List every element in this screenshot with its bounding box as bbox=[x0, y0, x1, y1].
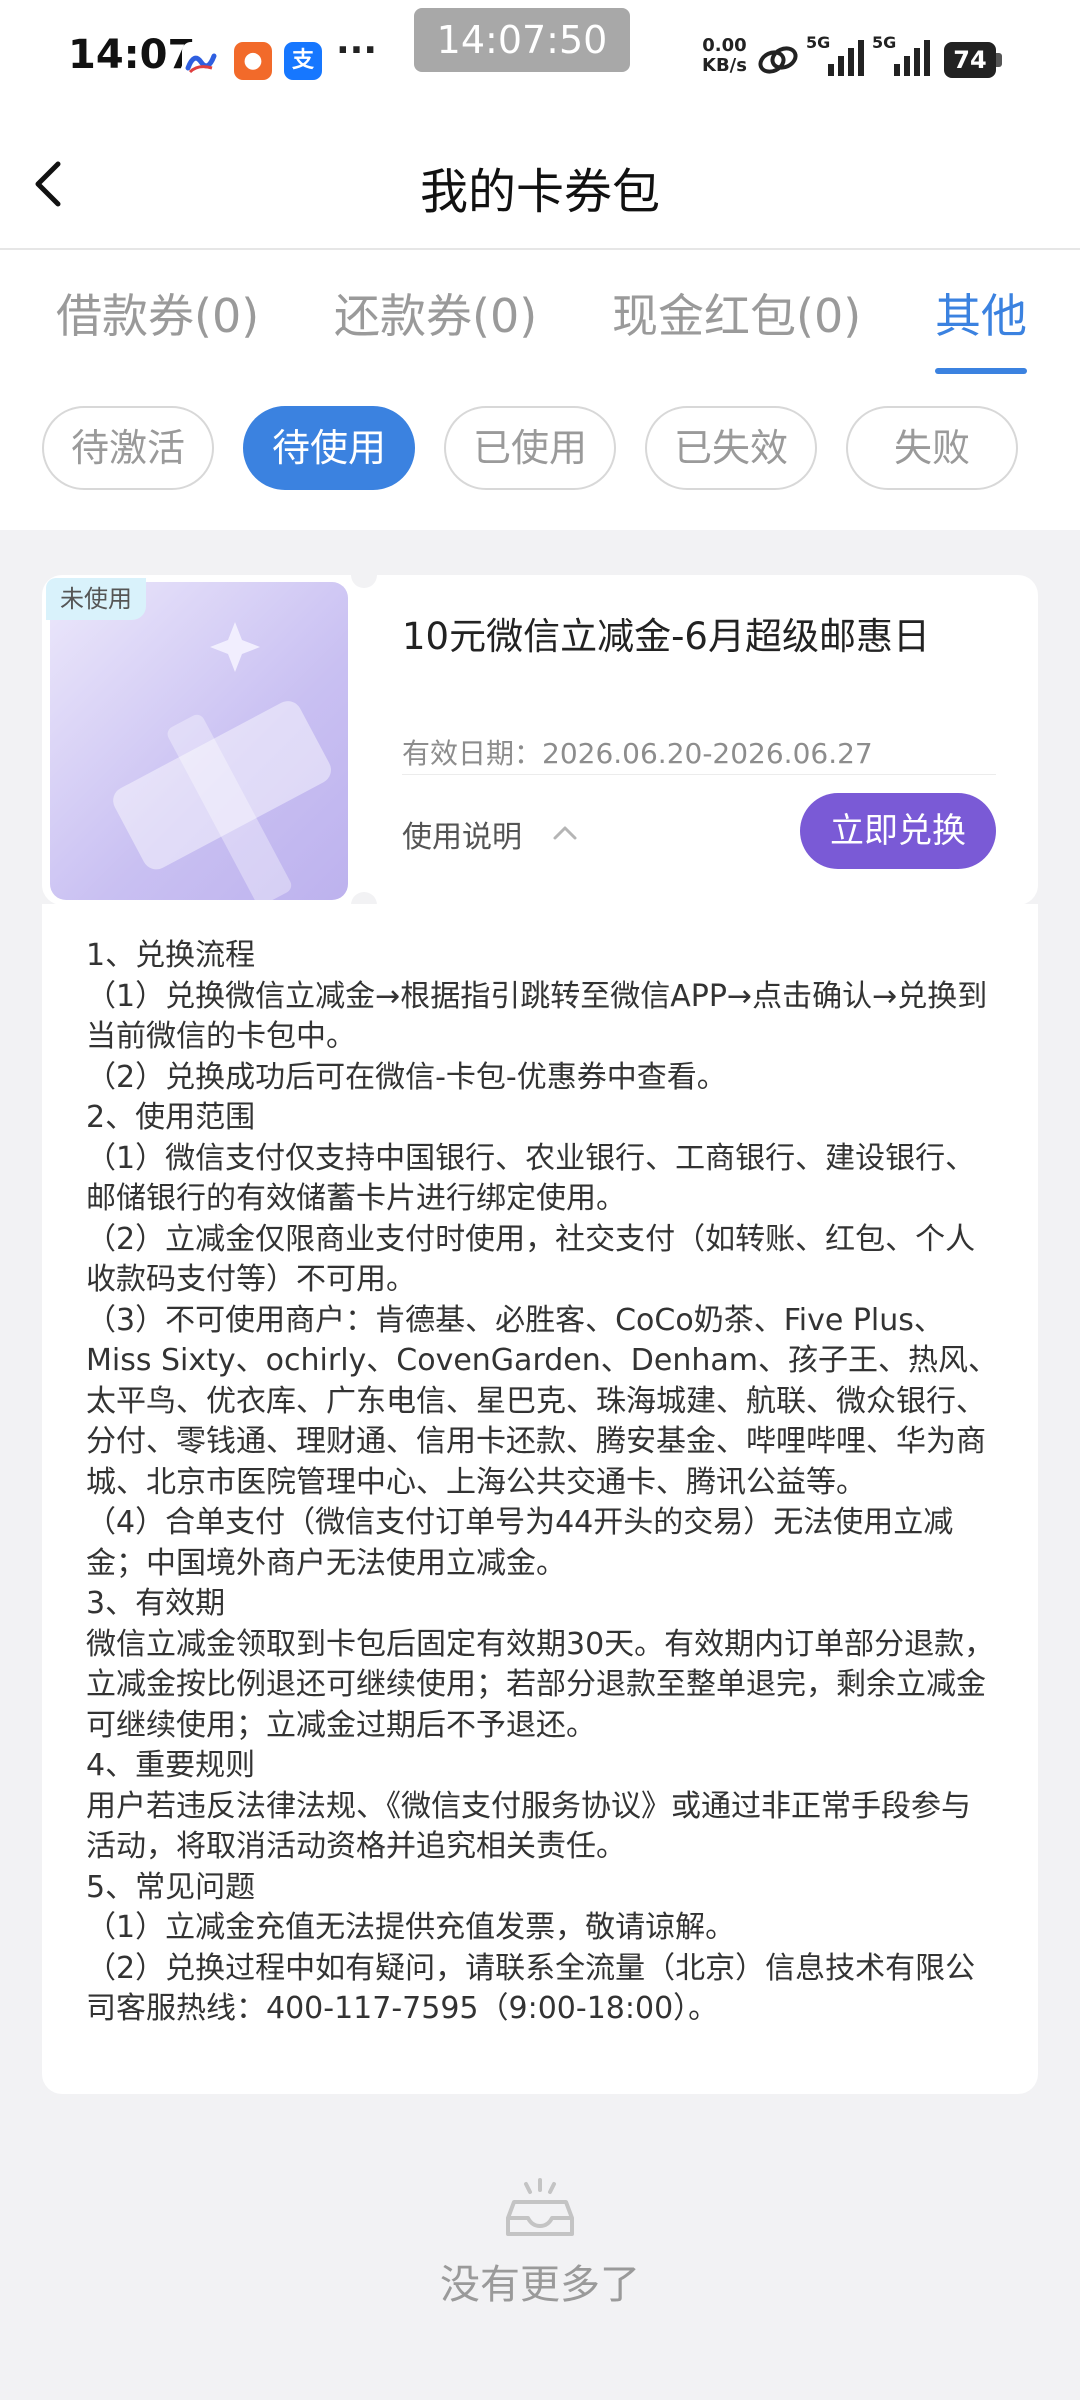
signal-icon-1: 5G bbox=[806, 34, 864, 76]
instruction-line: 3、有效期 bbox=[86, 1586, 226, 1621]
clock-overlay: 14:07:50 bbox=[414, 8, 630, 72]
page-title: 我的卡券包 bbox=[419, 164, 660, 220]
alipay-icon: 支 bbox=[284, 42, 322, 80]
filter-pending-activation[interactable]: 待激活 bbox=[42, 406, 214, 490]
usage-instructions: 1、兑换流程 （1）兑换微信立减金→根据指引跳转至微信APP→点击确认→兑换到当… bbox=[86, 936, 998, 2030]
instruction-line: 1、兑换流程 bbox=[86, 938, 256, 973]
link-icon bbox=[758, 46, 798, 74]
tab-repay-coupons[interactable]: 还款券(0) bbox=[334, 280, 537, 346]
tab-other[interactable]: 其他 bbox=[935, 280, 1027, 346]
more-notifications-icon: ··· bbox=[336, 30, 378, 71]
signal-icon-2: 5G bbox=[872, 34, 930, 76]
signal-2-label: 5G bbox=[872, 34, 896, 52]
instruction-line: （4）合单支付（微信支付订单号为44开头的交易）无法使用立减金；中国境外商户无法… bbox=[86, 1505, 954, 1581]
gift-illustration-icon bbox=[113, 622, 331, 900]
net-speed: 0.00 KB/s bbox=[702, 36, 747, 76]
instruction-line: （1）立减金充值无法提供充值发票，敬请谅解。 bbox=[86, 1910, 736, 1945]
coupon-image bbox=[50, 582, 348, 900]
instruction-line: （3）不可使用商户：肯德基、必胜客、CoCo奶茶、Five Plus、Miss … bbox=[86, 1302, 998, 1500]
signal-1-label: 5G bbox=[806, 34, 830, 52]
empty-inbox-icon bbox=[506, 2178, 574, 2236]
filter-used[interactable]: 已使用 bbox=[444, 406, 616, 490]
tab-borrow-coupons[interactable]: 借款券(0) bbox=[56, 280, 259, 346]
status-time: 14:07 bbox=[68, 32, 196, 78]
tab-cash-red-packets[interactable]: 现金红包(0) bbox=[612, 280, 861, 346]
ticket-notch-top bbox=[351, 562, 377, 588]
app-icon-1 bbox=[182, 42, 220, 80]
coupon-title: 10元微信立减金-6月超级邮惠日 bbox=[402, 615, 930, 658]
redeem-now-button[interactable]: 立即兑换 bbox=[800, 793, 996, 869]
no-more-text: 没有更多了 bbox=[440, 2262, 640, 2308]
instruction-line: 4、重要规则 bbox=[86, 1748, 256, 1783]
instruction-line: （1）微信支付仅支持中国银行、农业银行、工商银行、建设银行、邮储银行的有效储蓄卡… bbox=[86, 1140, 976, 1217]
status-bar: 14:07 ● 支 ··· 14:07:50 0.00 KB/s 5G 5G 7… bbox=[0, 0, 1080, 120]
filter-failed[interactable]: 失败 bbox=[846, 406, 1018, 490]
nav-bar: 我的卡券包 bbox=[0, 120, 1080, 250]
status-badge: 未使用 bbox=[46, 578, 146, 620]
instruction-line: （2）兑换成功后可在微信-卡包-优惠券中查看。 bbox=[86, 1059, 727, 1095]
battery-level: 74 bbox=[944, 42, 996, 78]
usage-instructions-toggle[interactable]: 使用说明 bbox=[402, 812, 522, 856]
instruction-line: （2）兑换过程中如有疑问，请联系全流量（北京）信息技术有限公司客服热线：400-… bbox=[86, 1950, 976, 2027]
active-tab-indicator bbox=[935, 368, 1027, 374]
tab-bar: 借款券(0) 还款券(0) 现金红包(0) 其他 bbox=[0, 250, 1080, 380]
app-icon-2: ● bbox=[234, 42, 272, 80]
filter-to-use[interactable]: 待使用 bbox=[243, 406, 415, 490]
coupon-validity: 有效日期：2026.06.20-2026.06.27 bbox=[402, 737, 873, 770]
filter-expired[interactable]: 已失效 bbox=[645, 406, 817, 490]
net-speed-value: 0.00 bbox=[702, 35, 747, 56]
instruction-line: 5、常见问题 bbox=[86, 1869, 256, 1905]
instruction-line: 用户若违反法律法规、《微信支付服务协议》或通过非正常手段参与活动，将取消活动资格… bbox=[86, 1788, 971, 1865]
battery-icon: 74 bbox=[944, 42, 1002, 78]
instruction-line: 2、使用范围 bbox=[86, 1100, 256, 1135]
instruction-line: （1）兑换微信立减金→根据指引跳转至微信APP→点击确认→兑换到当前微信的卡包中… bbox=[86, 978, 988, 1055]
divider bbox=[402, 774, 996, 775]
net-speed-unit: KB/s bbox=[702, 55, 747, 76]
instruction-line: 微信立减金领取到卡包后固定有效期30天。有效期内订单部分退款，立减金按比例退还可… bbox=[86, 1626, 995, 1743]
instruction-line: （2）立减金仅限商业支付时使用，社交支付（如转账、红包、个人收款码支付等）不可用… bbox=[86, 1221, 976, 1298]
chevron-up-icon[interactable] bbox=[552, 822, 578, 842]
